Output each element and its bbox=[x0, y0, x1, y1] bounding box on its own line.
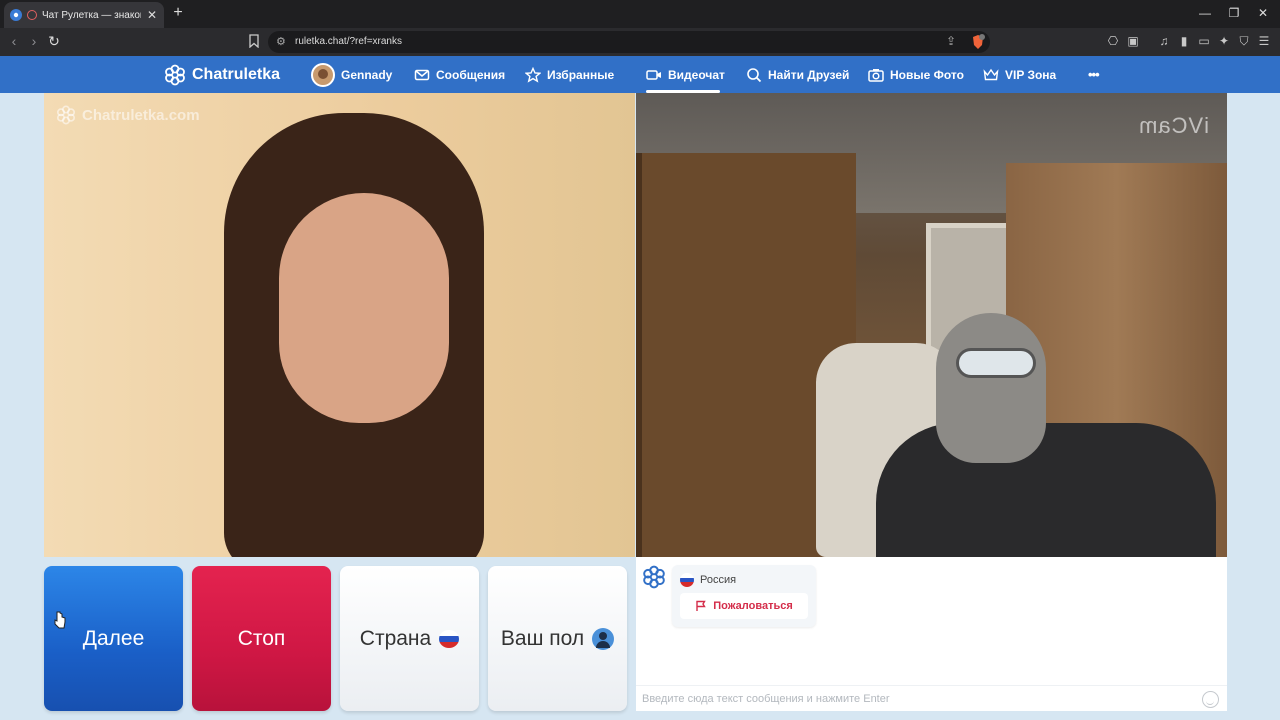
sidebar-icon[interactable]: ▮ bbox=[1177, 34, 1191, 48]
stop-button[interactable]: Стоп bbox=[192, 566, 331, 711]
gender-person-icon bbox=[592, 627, 615, 650]
logo-flower-icon bbox=[165, 64, 185, 85]
avatar bbox=[311, 62, 335, 87]
tab-title: Чат Рулетка — знакомства и bbox=[42, 9, 141, 21]
video-figure-face bbox=[279, 193, 449, 423]
nav-item-label: Сообщения bbox=[436, 67, 506, 82]
nav-item-label: Избранные bbox=[547, 67, 615, 82]
chat-panel: Россия Пожаловаться bbox=[636, 557, 1227, 711]
nav-item-label: Новые Фото bbox=[890, 67, 964, 82]
video-person-head bbox=[936, 313, 1046, 463]
nav-user-profile[interactable]: Gennady bbox=[311, 56, 392, 93]
logo-flower-icon bbox=[57, 105, 75, 125]
bookmark-icon[interactable] bbox=[249, 34, 259, 48]
reload-button[interactable]: ↻ bbox=[46, 33, 62, 50]
new-tab-button[interactable]: + bbox=[170, 4, 186, 22]
nav-item-find-friends[interactable]: Найти Друзей bbox=[746, 56, 849, 93]
nav-item-label: VIP Зона bbox=[1005, 67, 1057, 82]
wallet-icon[interactable]: ▣ bbox=[1126, 34, 1140, 48]
nav-item-vip-zone[interactable]: VIP Зона bbox=[983, 56, 1056, 93]
country-button-label: Страна bbox=[359, 626, 432, 650]
nav-item-label: Найти Друзей bbox=[768, 67, 850, 82]
url-text: ruletka.chat/?ref=xranks bbox=[295, 36, 402, 47]
window-close-button[interactable]: ✕ bbox=[1256, 6, 1270, 20]
forward-button[interactable]: › bbox=[26, 33, 42, 49]
vpn-shield-icon[interactable]: ⛉ bbox=[1237, 34, 1251, 49]
russia-flag-icon bbox=[439, 629, 460, 648]
nav-item-videochat[interactable]: Видеочат bbox=[646, 56, 725, 93]
search-icon bbox=[747, 67, 762, 82]
logo-text: Chatruletka bbox=[192, 65, 281, 83]
partner-info-card: Россия Пожаловаться bbox=[672, 565, 816, 627]
brave-shields-icon[interactable] bbox=[971, 34, 985, 50]
mail-icon bbox=[414, 69, 430, 80]
star-icon bbox=[525, 66, 541, 83]
ivcam-watermark: iVCam bbox=[1137, 113, 1209, 138]
russia-flag-icon bbox=[680, 573, 694, 587]
nav-item-label: Видеочат bbox=[668, 67, 725, 82]
user-name: Gennady bbox=[341, 67, 393, 82]
back-button[interactable]: ‹ bbox=[6, 33, 22, 49]
menu-icon[interactable]: ☰ bbox=[1257, 34, 1271, 48]
emoji-icon[interactable] bbox=[1202, 691, 1219, 708]
self-video: iVCam bbox=[636, 93, 1227, 557]
country-select-button[interactable]: Страна bbox=[340, 566, 479, 711]
more-menu-button[interactable]: ••• bbox=[1088, 56, 1100, 93]
next-button-label: Далее bbox=[82, 626, 145, 650]
nav-item-new-photos[interactable]: Новые Фото bbox=[868, 56, 964, 93]
camera-icon bbox=[868, 68, 884, 82]
browser-toolbar: ‹ › ↻ ⚙ ruletka.chat/?ref=xranks ⇪ ⎔ ▣ ♫… bbox=[0, 28, 1280, 56]
nav-item-favorites[interactable]: Избранные bbox=[525, 56, 614, 93]
address-bar[interactable]: ⚙ ruletka.chat/?ref=xranks ⇪ bbox=[268, 31, 990, 53]
partner-country-label: Россия bbox=[700, 574, 737, 586]
site-logo[interactable]: Chatruletka bbox=[164, 56, 280, 93]
chatruletka-favicon-icon bbox=[10, 9, 22, 21]
browser-tab-bar: Чат Рулетка — знакомства и ✕ + — ❐ ✕ bbox=[0, 0, 1280, 28]
stop-button-label: Стоп bbox=[237, 626, 286, 650]
site-navigation: Chatruletka Gennady Сообщения Избранные … bbox=[0, 56, 1280, 93]
chat-message-input[interactable] bbox=[642, 690, 1192, 708]
tab-search-icon[interactable]: ▭ bbox=[1197, 34, 1211, 48]
partner-country: Россия bbox=[680, 573, 736, 587]
chat-input-bar bbox=[636, 685, 1227, 711]
video-camera-icon bbox=[646, 69, 661, 80]
leo-ai-icon[interactable]: ✦ bbox=[1217, 34, 1231, 48]
share-icon[interactable]: ⇪ bbox=[946, 34, 956, 48]
gender-button-label: Ваш пол bbox=[500, 626, 585, 650]
video-goggles bbox=[956, 348, 1036, 378]
tab-close-icon[interactable]: ✕ bbox=[146, 8, 158, 22]
logo-flower-icon bbox=[643, 565, 665, 589]
next-button[interactable]: Далее bbox=[44, 566, 183, 711]
gender-select-button[interactable]: Ваш пол bbox=[488, 566, 627, 711]
report-button[interactable]: Пожаловаться bbox=[680, 593, 808, 619]
report-button-label: Пожаловаться bbox=[713, 600, 793, 612]
window-minimize-button[interactable]: — bbox=[1198, 6, 1212, 20]
extensions-icon[interactable]: ⎔ bbox=[1106, 34, 1120, 48]
browser-tab[interactable]: Чат Рулетка — знакомства и ✕ bbox=[4, 2, 164, 28]
flag-icon bbox=[696, 600, 706, 611]
mouse-cursor-icon bbox=[54, 611, 66, 629]
video-person-body bbox=[876, 423, 1216, 557]
chatruletka-watermark: Chatruletka.com bbox=[56, 105, 200, 125]
media-icon[interactable]: ♫ bbox=[1157, 34, 1171, 48]
nav-item-messages[interactable]: Сообщения bbox=[414, 56, 505, 93]
partner-video: Chatruletka.com bbox=[44, 93, 635, 557]
site-settings-icon[interactable]: ⚙ bbox=[276, 35, 286, 48]
tab-muted-icon[interactable] bbox=[27, 10, 37, 20]
window-maximize-button[interactable]: ❐ bbox=[1227, 6, 1241, 20]
crown-icon bbox=[983, 68, 999, 80]
watermark-text: Chatruletka.com bbox=[82, 106, 200, 124]
